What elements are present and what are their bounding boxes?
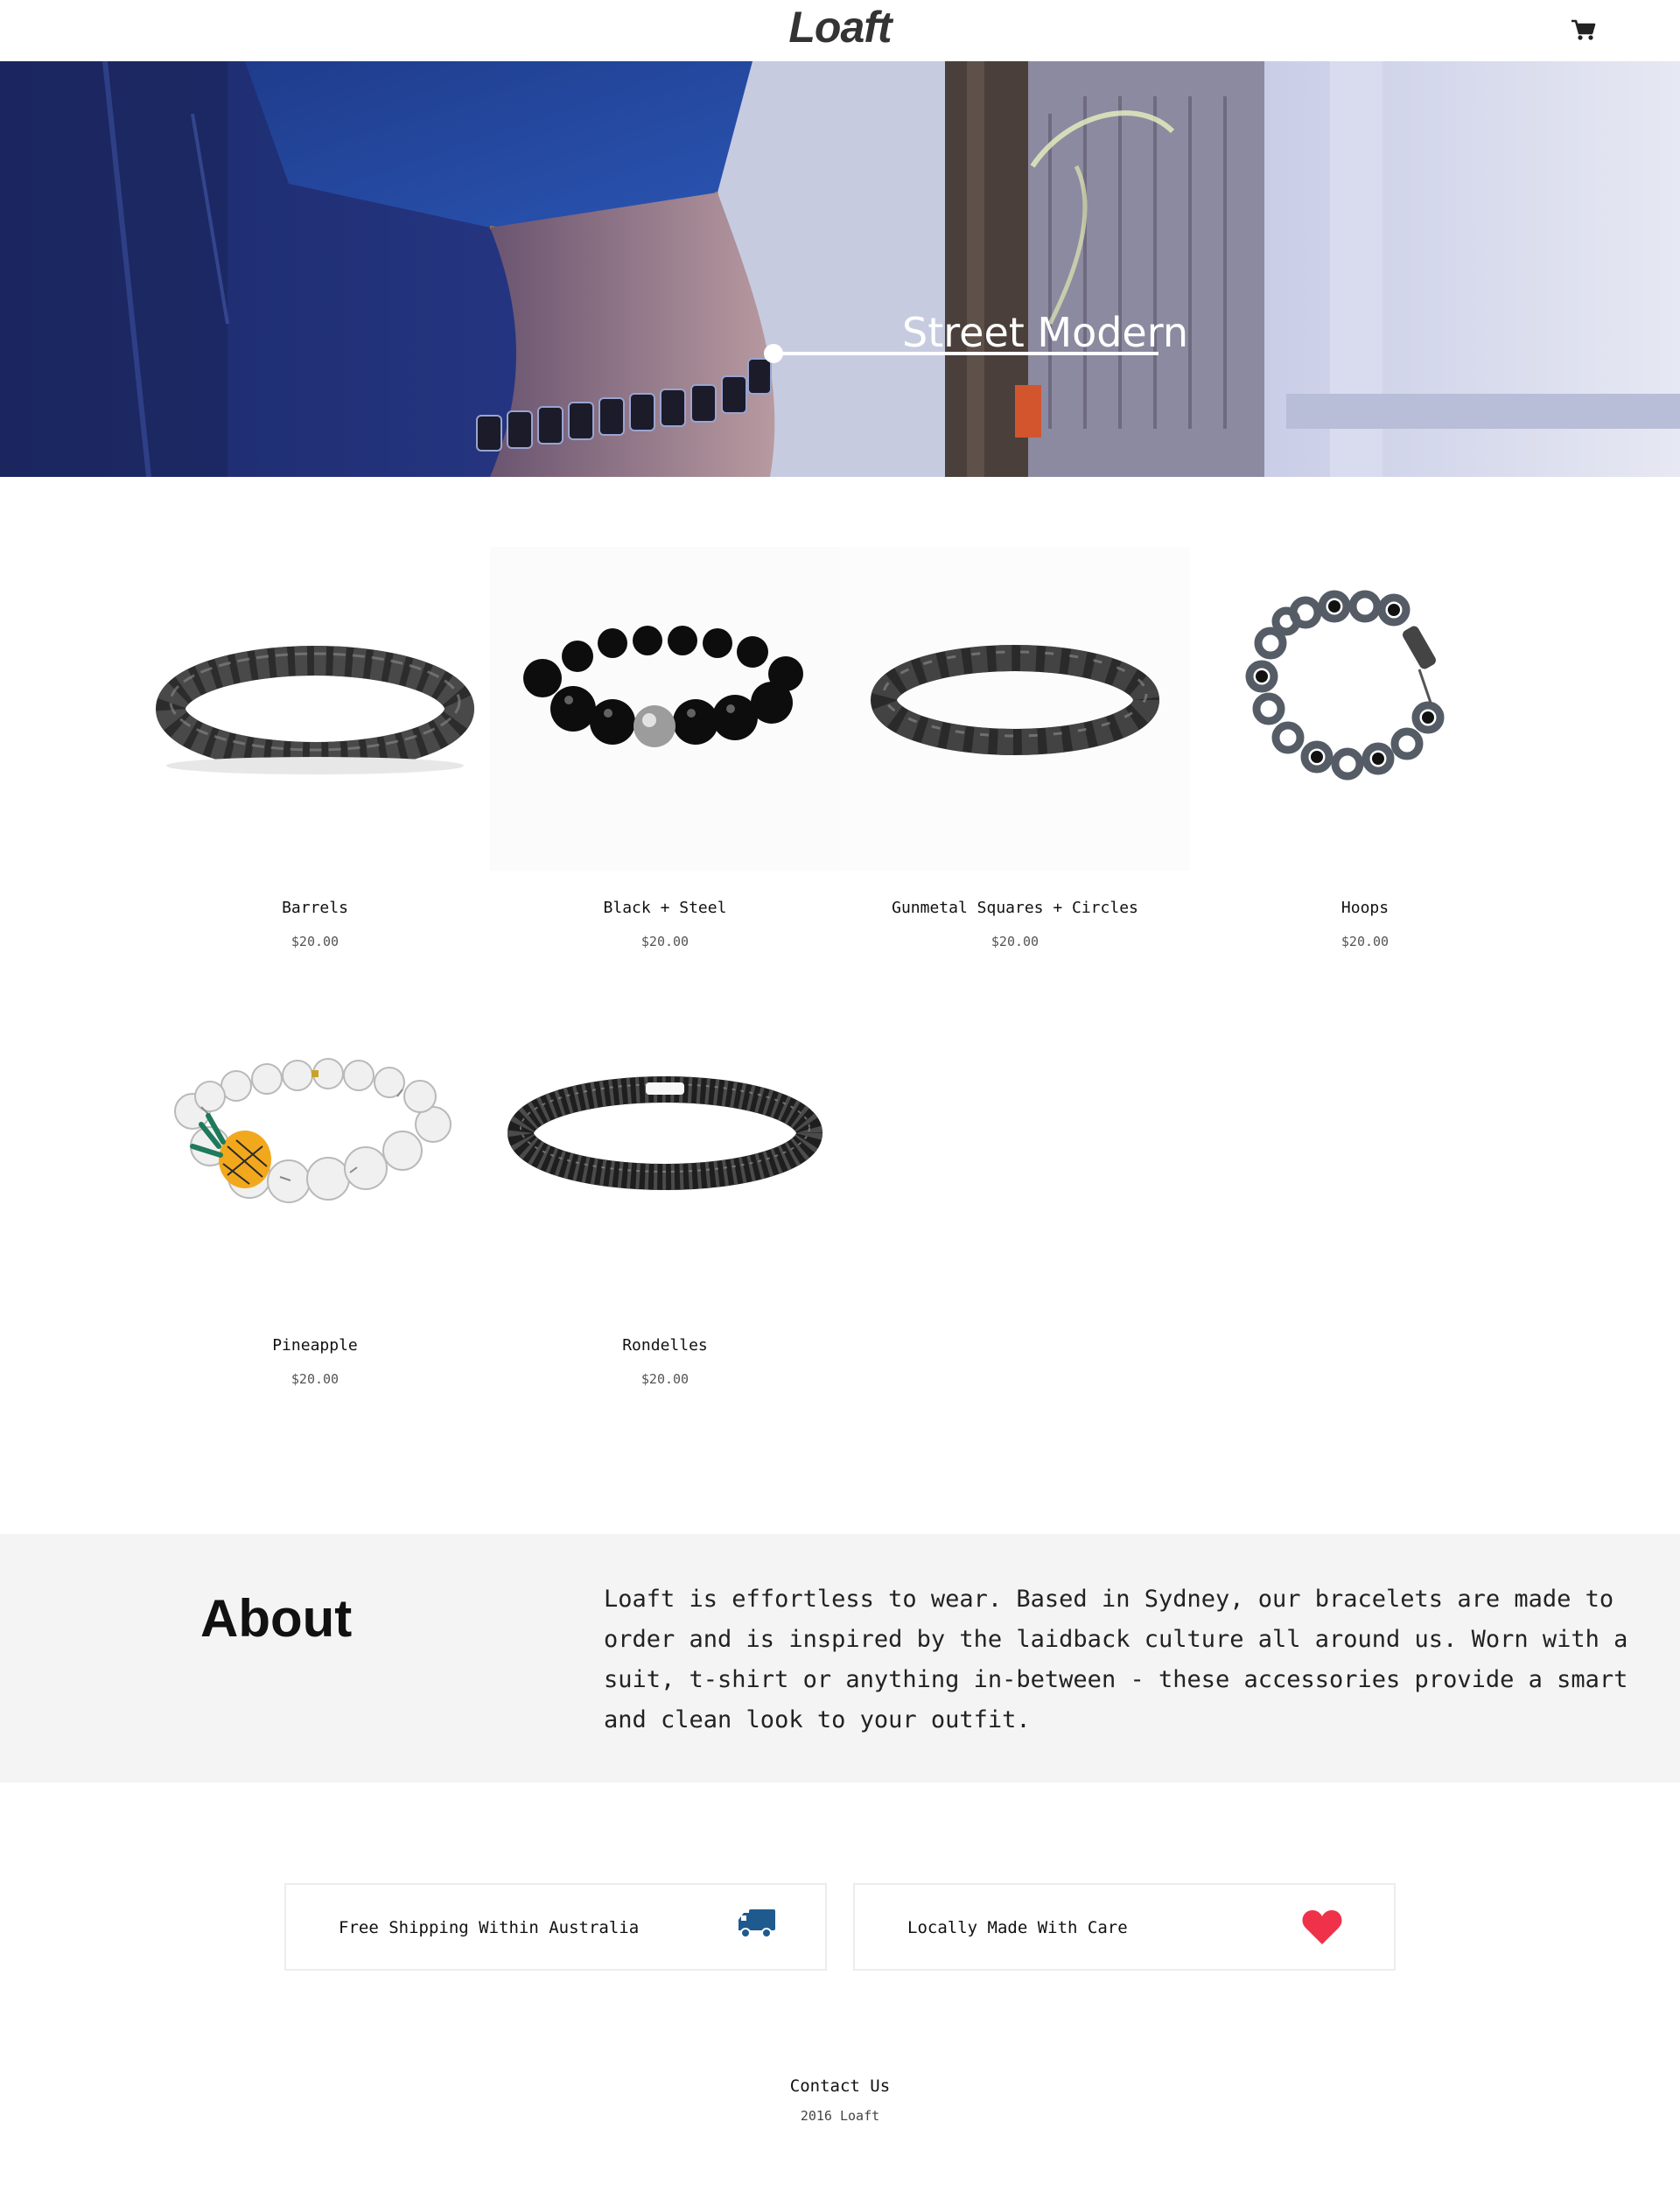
about-section: About Loaft is effortless to wear. Based… (0, 1534, 1680, 1782)
product-card-black-steel[interactable]: Black + Steel $20.00 (490, 547, 840, 949)
feature-text: Free Shipping Within Australia (339, 1918, 640, 1937)
feature-text: Locally Made With Care (907, 1918, 1128, 1937)
product-name[interactable]: Barrels (140, 899, 490, 917)
product-name[interactable]: Pineapple (140, 1336, 490, 1355)
product-name[interactable]: Hoops (1190, 899, 1540, 917)
hero-title: Street Modern (902, 309, 1188, 356)
product-price: $20.00 (640, 934, 690, 949)
product-image-hoops[interactable] (1190, 547, 1540, 879)
product-price: $20.00 (640, 1371, 690, 1387)
product-price: $20.00 (290, 934, 340, 949)
site-header: Loaft (0, 0, 1680, 61)
feature-locally-made: Locally Made With Care (853, 1883, 1396, 1971)
product-card-barrels[interactable]: Barrels $20.00 (140, 547, 490, 949)
product-price: $20.00 (1340, 934, 1390, 949)
product-image-pineapple[interactable] (140, 984, 490, 1317)
product-card-rondelles[interactable]: Rondelles $20.00 (490, 984, 840, 1387)
product-price: $20.00 (290, 1371, 340, 1387)
product-card-hoops[interactable]: Hoops $20.00 (1190, 547, 1540, 949)
truck-icon (737, 1906, 777, 1944)
hero-image (0, 61, 1680, 477)
feature-free-shipping: Free Shipping Within Australia (284, 1883, 827, 1971)
site-logo[interactable]: Loaft (0, 2, 1680, 53)
heart-icon (1301, 1908, 1343, 1950)
about-text: Loaft is effortless to wear. Based in Sy… (604, 1586, 1628, 1733)
product-card-gunmetal[interactable]: Gunmetal Squares + Circles $20.00 (840, 547, 1190, 949)
hero-banner: Street Modern (0, 61, 1680, 477)
product-card-pineapple[interactable]: Pineapple $20.00 (140, 984, 490, 1387)
product-image-rondelles[interactable] (490, 984, 840, 1317)
product-price: $20.00 (990, 934, 1040, 949)
copyright-text: 2016 Loaft (800, 2108, 880, 2124)
product-image-barrels[interactable] (140, 547, 490, 879)
product-image-gunmetal[interactable] (840, 547, 1190, 879)
cart-icon[interactable] (1570, 18, 1596, 42)
product-name[interactable]: Rondelles (490, 1336, 840, 1355)
product-image-black-steel[interactable] (490, 547, 840, 879)
product-name[interactable]: Black + Steel (490, 899, 840, 917)
product-name[interactable]: Gunmetal Squares + Circles (840, 899, 1190, 917)
contact-us-link[interactable]: Contact Us (0, 2076, 1680, 2096)
about-heading: About (200, 1589, 353, 1648)
